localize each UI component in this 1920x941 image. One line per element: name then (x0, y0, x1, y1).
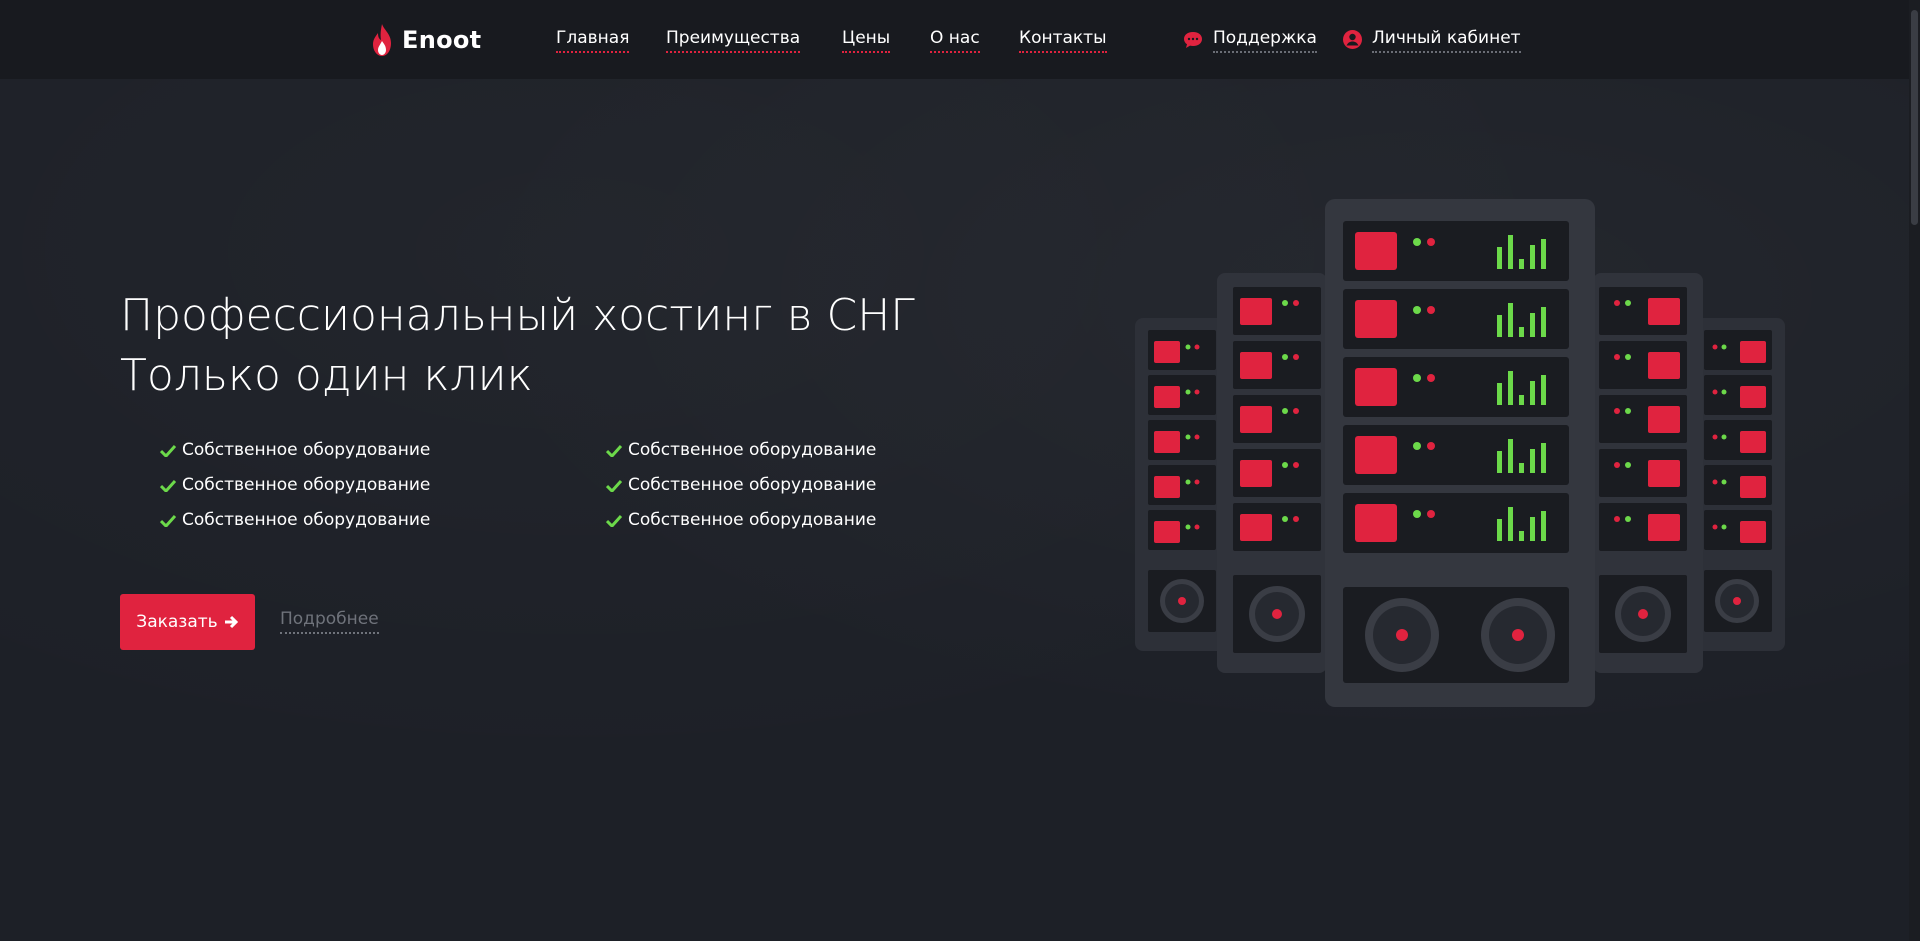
check-icon (160, 444, 176, 457)
user-circle-icon (1343, 30, 1362, 49)
feature-item: Собственное оборудование (160, 510, 430, 530)
rack-outer-right (1695, 318, 1785, 651)
more-link[interactable]: Подробнее (280, 609, 379, 634)
flame-icon (373, 24, 391, 56)
top-navbar: Enoot Главная Преимущества Цены О нас Ко… (0, 0, 1920, 79)
logo-text: Enoot (402, 26, 482, 54)
rack-inner-left (1217, 273, 1327, 673)
scrollbar[interactable] (1909, 0, 1920, 941)
order-button-label: Заказать (136, 612, 218, 632)
nav-contacts[interactable]: Контакты (1019, 28, 1107, 53)
feature-item: Собственное оборудование (606, 440, 876, 460)
account-link[interactable]: Личный кабинет (1372, 28, 1521, 53)
check-icon (160, 479, 176, 492)
rack-inner-right (1593, 273, 1703, 673)
hero-title: Профессиональный хостинг в СНГ Только од… (120, 286, 915, 406)
check-icon (606, 479, 622, 492)
rack-outer-left (1135, 318, 1225, 651)
scrollbar-thumb[interactable] (1911, 10, 1918, 225)
server-racks-illustration (1135, 199, 1785, 707)
hero-title-line1: Профессиональный хостинг в СНГ (120, 290, 915, 341)
hero-title-line2: Только один клик (120, 350, 533, 401)
order-button[interactable]: Заказать (120, 594, 255, 650)
feature-item: Собственное оборудование (160, 440, 430, 460)
rack-center (1325, 199, 1595, 707)
check-icon (606, 514, 622, 527)
feature-item: Собственное оборудование (606, 475, 876, 495)
logo[interactable]: Enoot (370, 22, 481, 58)
feature-text: Собственное оборудование (182, 440, 431, 460)
feature-text: Собственное оборудование (628, 440, 877, 460)
arrow-right-icon (224, 615, 238, 629)
feature-text: Собственное оборудование (182, 510, 431, 530)
feature-text: Собственное оборудование (628, 475, 877, 495)
check-icon (606, 444, 622, 457)
feature-text: Собственное оборудование (628, 510, 877, 530)
feature-text: Собственное оборудование (182, 475, 431, 495)
support-link[interactable]: Поддержка (1213, 28, 1317, 53)
feature-item: Собственное оборудование (606, 510, 876, 530)
feature-item: Собственное оборудование (160, 475, 430, 495)
chat-bubble-icon (1184, 32, 1202, 48)
nav-home[interactable]: Главная (556, 28, 630, 53)
nav-advantages[interactable]: Преимущества (666, 28, 801, 53)
check-icon (160, 514, 176, 527)
nav-about[interactable]: О нас (930, 28, 980, 53)
nav-prices[interactable]: Цены (842, 28, 891, 53)
